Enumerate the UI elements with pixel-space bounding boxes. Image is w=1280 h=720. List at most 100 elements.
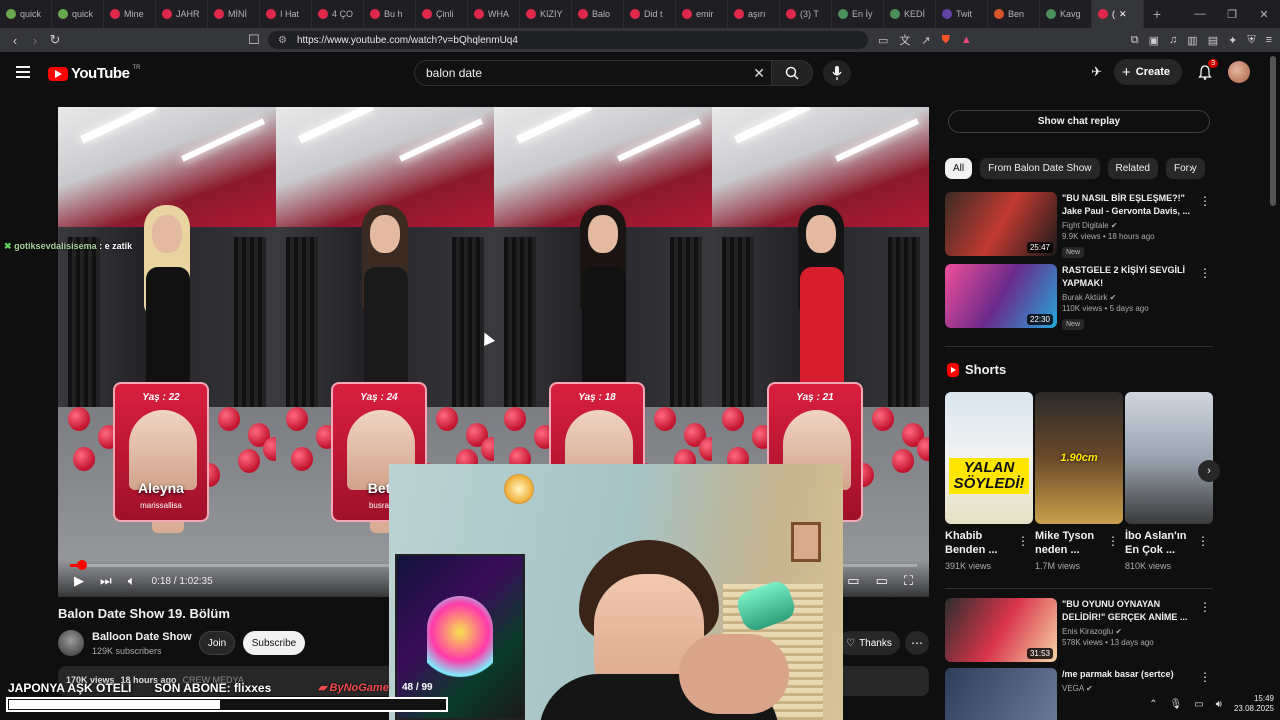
join-button[interactable]: Join — [199, 631, 235, 655]
sidebar-toggle-icon[interactable]: ▥ — [1187, 34, 1197, 47]
short-thumbnail[interactable]: 1.90cm — [1035, 392, 1123, 524]
video-thumbnail[interactable]: 31:53 — [945, 598, 1057, 662]
theater-icon[interactable]: ▭ — [876, 573, 888, 589]
browser-tab[interactable]: 4 ÇO — [312, 0, 364, 28]
filter-chip[interactable]: For y — [1165, 158, 1205, 179]
video-title[interactable]: "BU NASIL BİR EŞLEŞME?!" Jake Paul - Ger… — [1062, 192, 1192, 218]
wallet-icon[interactable]: ▤ — [1208, 34, 1218, 47]
browser-tab[interactable]: Çinli — [416, 0, 468, 28]
video-thumbnail[interactable] — [945, 668, 1057, 720]
filter-chip[interactable]: From Balon Date Show — [980, 158, 1100, 179]
search-button[interactable] — [771, 60, 813, 86]
share-icon[interactable]: ↗ — [921, 34, 930, 47]
shield-icon[interactable]: ⛨ — [1247, 34, 1255, 47]
video-channel[interactable]: Enis Kirazoglu ✔ — [1062, 627, 1192, 636]
thanks-button[interactable]: ♡ Thanks — [838, 631, 900, 655]
browser-tab[interactable]: Bu h — [364, 0, 416, 28]
browser-tab[interactable]: Twit — [936, 0, 988, 28]
video-title[interactable]: "BU OYUNU OYNAYAN DELİDİR!" GERÇEK ANİME… — [1062, 598, 1192, 624]
video-title[interactable]: /me parmak basar (sertce) — [1062, 668, 1192, 681]
browser-tab[interactable]: En İy — [832, 0, 884, 28]
cast-icon[interactable]: ▭ — [878, 34, 888, 47]
cast-tv-icon[interactable]: ✈ — [1091, 64, 1102, 80]
short-thumbnail[interactable]: YALAN SÖYLEDİ! — [945, 392, 1033, 524]
page-scrollbar[interactable] — [1270, 56, 1276, 206]
miniplayer-icon[interactable]: ▭ — [847, 573, 859, 589]
recommended-video[interactable]: 31:53 "BU OYUNU OYNAYAN DELİDİR!" GERÇEK … — [945, 598, 1215, 664]
fullscreen-icon[interactable]: ⛶ — [904, 573, 913, 589]
short-item[interactable]: 1.90cm Mike Tyson neden ... 1.7M views ⋮ — [1035, 392, 1123, 582]
browser-tab[interactable]: (3) T — [780, 0, 832, 28]
ai-icon[interactable]: ✦ — [1228, 34, 1237, 47]
back-icon[interactable]: ‹ — [5, 28, 25, 52]
screenshot-icon[interactable]: ▣ — [1149, 34, 1159, 47]
clock[interactable]: 15:49 23.08.2025 — [1234, 694, 1274, 714]
reload-icon[interactable]: ↻ — [45, 28, 65, 52]
short-title[interactable]: Mike Tyson neden ... — [1035, 529, 1105, 557]
search-input[interactable]: balon date ✕ — [414, 60, 772, 86]
chips-next-icon[interactable]: › — [1189, 161, 1193, 175]
next-icon[interactable]: ⏭ — [100, 573, 112, 589]
short-item[interactable]: YALAN SÖYLEDİ! Khabib Benden ... 391K view… — [945, 392, 1033, 582]
tab-close-icon[interactable]: ✕ — [1119, 9, 1127, 20]
browser-tab[interactable]: Mine — [104, 0, 156, 28]
close-window-icon[interactable]: ✕ — [1248, 0, 1280, 28]
browser-tab[interactable]: Ben — [988, 0, 1040, 28]
browser-tab[interactable]: KIZIY — [520, 0, 572, 28]
voice-search-button[interactable] — [823, 60, 851, 86]
kebab-menu-icon[interactable]: ⋮ — [1197, 534, 1209, 548]
new-tab-button[interactable]: + — [1144, 6, 1170, 22]
rewards-icon[interactable]: ▲ — [961, 34, 972, 46]
shorts-next-button[interactable]: › — [1198, 460, 1220, 482]
video-thumbnail[interactable]: 22:30 — [945, 264, 1057, 328]
video-channel[interactable]: Fight Digitale ✔ — [1062, 221, 1192, 230]
browser-tab[interactable]: MİNİ — [208, 0, 260, 28]
kebab-menu-icon[interactable]: ⋮ — [1107, 534, 1119, 548]
channel-avatar[interactable] — [58, 630, 84, 656]
speaker-tray-icon[interactable]: 🔊︎ — [1216, 699, 1222, 710]
extensions-icon[interactable]: ⧉ — [1131, 34, 1139, 47]
minimize-icon[interactable]: — — [1184, 0, 1216, 28]
notifications-button[interactable]: 3 — [1194, 59, 1218, 83]
more-actions-button[interactable]: ⋯ — [905, 631, 929, 655]
music-icon[interactable]: ♫ — [1169, 34, 1177, 46]
browser-tab[interactable]: aşırı — [728, 0, 780, 28]
create-button[interactable]: + Create — [1113, 59, 1182, 85]
channel-name[interactable]: Balloon Date Show — [92, 631, 192, 643]
tray-expand-icon[interactable]: ⌃ — [1149, 699, 1157, 710]
youtube-logo[interactable]: YouTube TR — [48, 65, 140, 82]
brave-shield-icon[interactable]: ⛊ — [942, 34, 950, 47]
browser-tab[interactable]: KEDİ — [884, 0, 936, 28]
browser-tab[interactable]: WHA — [468, 0, 520, 28]
clear-search-icon[interactable]: ✕ — [753, 65, 765, 82]
browser-tab[interactable]: Did t — [624, 0, 676, 28]
bookmark-icon[interactable]: ☐ — [244, 28, 264, 52]
play-icon[interactable]: ▶ — [74, 573, 84, 589]
kebab-menu-icon[interactable]: ⋮ — [1199, 194, 1211, 208]
url-field[interactable]: ⚙ https://www.youtube.com/watch?v=bQhqle… — [268, 31, 868, 49]
browser-tab[interactable]: Balo — [572, 0, 624, 28]
browser-tab[interactable]: I Hat — [260, 0, 312, 28]
progress-scrubber[interactable] — [77, 560, 88, 570]
restore-icon[interactable]: ❐ — [1216, 0, 1248, 28]
account-avatar[interactable] — [1228, 61, 1250, 83]
recommended-video[interactable]: 22:30 RASTGELE 2 KİŞİYİ SEVGİLİ YAPMAK! Bu… — [945, 264, 1215, 330]
filter-chip[interactable]: All — [945, 158, 973, 179]
video-thumbnail[interactable]: 25:47 — [945, 192, 1057, 256]
kebab-menu-icon[interactable]: ⋮ — [1199, 266, 1211, 280]
browser-tab[interactable]: quick — [0, 0, 52, 28]
subscribe-button[interactable]: Subscribe — [243, 631, 305, 655]
short-title[interactable]: İbo Aslan'ın En Çok ... — [1125, 529, 1195, 557]
filter-chip[interactable]: Related — [1107, 158, 1158, 179]
kebab-menu-icon[interactable]: ⋮ — [1199, 600, 1211, 614]
display-tray-icon[interactable]: ▭ — [1194, 699, 1203, 710]
short-title[interactable]: Khabib Benden ... — [945, 529, 1015, 557]
guide-menu-icon[interactable] — [16, 66, 30, 78]
kebab-menu-icon[interactable]: ⋮ — [1199, 670, 1211, 684]
short-item[interactable]: İbo Aslan'ın En Çok ... 810K views ⋮ — [1125, 392, 1213, 582]
menu-icon[interactable]: ≡ — [1266, 34, 1272, 46]
mic-tray-icon[interactable]: 🎙︎ — [1169, 699, 1182, 710]
volume-icon[interactable]: 🔈︎ — [128, 573, 136, 589]
recommended-video[interactable]: 25:47 "BU NASIL BİR EŞLEŞME?!" Jake Paul … — [945, 192, 1215, 258]
browser-tab[interactable]: emir — [676, 0, 728, 28]
